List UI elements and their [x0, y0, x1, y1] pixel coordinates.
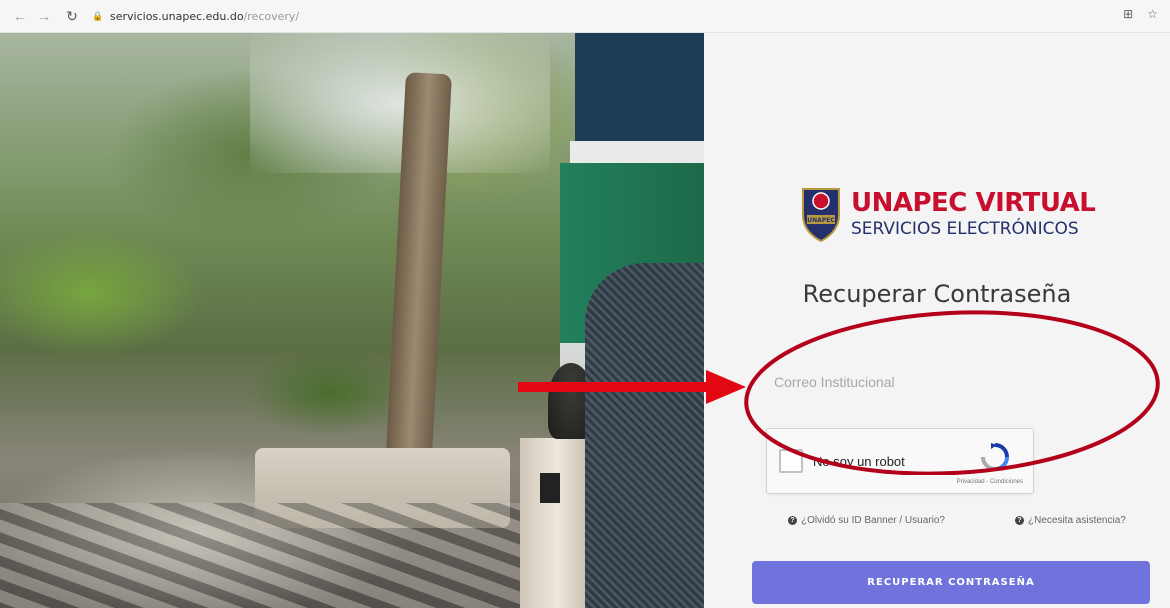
- photo-building: [575, 33, 704, 143]
- question-icon: ?: [1015, 516, 1024, 525]
- brand-subtitle: SERVICIOS ELECTRÓNICOS: [851, 219, 1079, 239]
- forgot-id-link[interactable]: ? ¿Olvidó su ID Banner / Usuario?: [788, 515, 945, 526]
- back-arrow-icon[interactable]: ←: [10, 6, 30, 26]
- recaptcha-icon: [981, 443, 1009, 471]
- photo-building-stripe: [570, 141, 704, 163]
- recaptcha-terms[interactable]: Privacidad - Condiciones: [957, 479, 1023, 485]
- address-bar[interactable]: 🔒 servicios.unapec.edu.do /recovery/: [92, 5, 299, 27]
- url-host: servicios.unapec.edu.do: [110, 9, 244, 23]
- page-title: Recuperar Contraseña: [802, 280, 1072, 308]
- recaptcha-label: No soy un robot: [813, 454, 905, 469]
- question-icon: ?: [788, 516, 797, 525]
- forward-arrow-icon[interactable]: →: [34, 6, 54, 26]
- recaptcha-widget: No soy un robot Privacidad - Condiciones: [766, 428, 1034, 494]
- recover-password-button[interactable]: RECUPERAR CONTRASEÑA: [752, 561, 1150, 604]
- shield-text: UNAPEC: [807, 217, 835, 224]
- email-input[interactable]: [760, 352, 1170, 412]
- reload-icon[interactable]: ↻: [62, 6, 82, 26]
- unapec-logo: UNAPEC UNAPEC VIRTUAL SERVICIOS ELECTRÓN…: [799, 185, 1096, 243]
- photo-person: [585, 263, 704, 608]
- brand-name: UNAPEC VIRTUAL: [851, 188, 1096, 218]
- photo-ground: [0, 503, 560, 608]
- assistance-link[interactable]: ? ¿Necesita asistencia?: [1015, 515, 1126, 526]
- tab-icon[interactable]: ⊞: [1123, 7, 1133, 21]
- star-icon[interactable]: ☆: [1147, 7, 1158, 21]
- campus-photo: [0, 33, 704, 608]
- photo-plaque: [540, 473, 560, 503]
- photo-pedestal: [520, 438, 595, 608]
- photo-sky: [250, 33, 550, 173]
- recaptcha-checkbox[interactable]: [779, 449, 803, 473]
- lock-icon: 🔒: [92, 11, 104, 21]
- shield-icon: UNAPEC: [799, 185, 843, 243]
- assistance-label: ¿Necesita asistencia?: [1028, 515, 1126, 526]
- url-path: /recovery/: [243, 9, 300, 23]
- forgot-id-label: ¿Olvidó su ID Banner / Usuario?: [801, 515, 945, 526]
- browser-toolbar: ← → ↻ 🔒 servicios.unapec.edu.do /recover…: [0, 0, 1170, 33]
